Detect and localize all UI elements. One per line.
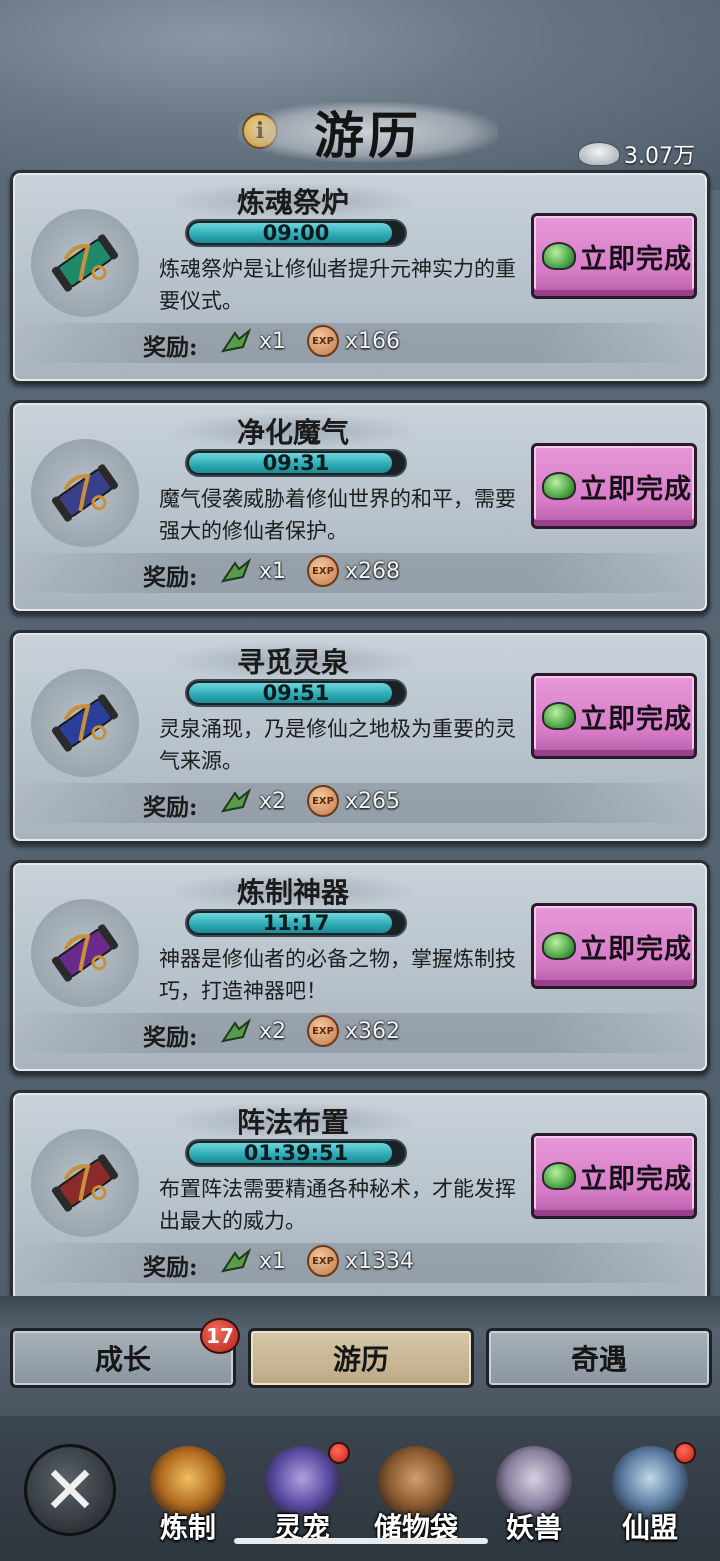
task-timer: 01:39:51 [243, 1141, 349, 1165]
notification-badge: 17 [200, 1318, 240, 1354]
complete-now-label: 立即完成 [580, 703, 692, 735]
tab-growth-label: 成长 [94, 1343, 151, 1376]
tab-encounter[interactable]: 奇遇 [486, 1328, 712, 1388]
jade-gem-icon [542, 702, 576, 730]
nav-pet[interactable]: 灵宠 [252, 1440, 352, 1550]
title-wrap: 游历 [238, 92, 498, 172]
complete-now-button[interactable]: 立即完成 [531, 443, 697, 529]
header: i 游历 3.07万 [0, 0, 720, 190]
tab-travel-label: 游历 [332, 1343, 389, 1376]
complete-now-label: 立即完成 [580, 933, 692, 965]
scroll-icon [31, 439, 139, 547]
reward-label: 奖励: [143, 1254, 198, 1281]
reward-label: 奖励: [143, 564, 198, 591]
home-indicator [234, 1538, 488, 1544]
task-name: 阵法布置 [236, 1106, 349, 1139]
task-description: 魔气侵袭威胁着修仙世界的和平，需要强大的修仙者保护。 [159, 487, 516, 543]
reward-exp-count: x268 [345, 559, 401, 584]
task-timer: 09:00 [262, 221, 330, 245]
reward-item-icon [219, 325, 253, 359]
tab-travel[interactable]: 游历 [248, 1328, 474, 1388]
exp-icon: EXP [307, 1245, 339, 1277]
jade-gem-icon [542, 1162, 576, 1190]
task-card: 净化魔气 09:31 魔气侵袭威胁着修仙世界的和平，需要强大的修仙者保护。 奖励… [10, 400, 710, 614]
reward-item-icon [219, 1015, 253, 1049]
task-timer-bar: 01:39:51 [185, 1139, 407, 1167]
scroll-icon [31, 1129, 139, 1237]
scroll-icon [31, 899, 139, 1007]
task-card: 寻觅灵泉 09:51 灵泉涌现，乃是修仙之地极为重要的灵气来源。 奖励: x2 … [10, 630, 710, 844]
exp-icon: EXP [307, 1015, 339, 1047]
exp-icon: EXP [307, 785, 339, 817]
reward-item-count: x1 [259, 559, 287, 584]
task-timer: 11:17 [262, 911, 330, 935]
complete-now-button[interactable]: 立即完成 [531, 903, 697, 989]
reward-item-count: x1 [259, 329, 287, 354]
task-card: 炼制神器 11:17 神器是修仙者的必备之物，掌握炼制技巧，打造神器吧！ 奖励:… [10, 860, 710, 1074]
complete-now-button[interactable]: 立即完成 [531, 673, 697, 759]
complete-now-button[interactable]: 立即完成 [531, 213, 697, 299]
scroll-icon [31, 209, 139, 317]
reward-exp-count: x362 [345, 1019, 401, 1044]
task-description: 神器是修仙者的必备之物，掌握炼制技巧，打造神器吧！ [159, 947, 516, 1003]
reward-exp-count: x1334 [345, 1249, 415, 1274]
nav-alliance-label: 仙盟 [621, 1511, 678, 1544]
task-card: 阵法布置 01:39:51 布置阵法需要精通各种秘术，才能发挥出最大的威力。 奖… [10, 1090, 710, 1304]
reward-item-icon [219, 1245, 253, 1279]
nav-beast[interactable]: 妖兽 [484, 1440, 584, 1550]
task-card: 炼魂祭炉 09:00 炼魂祭炉是让修仙者提升元神实力的重要仪式。 奖励: x1 … [10, 170, 710, 384]
complete-now-label: 立即完成 [580, 243, 692, 275]
jade-gem-icon [542, 472, 576, 500]
task-timer-bar: 09:51 [185, 679, 407, 707]
nav-storage[interactable]: 储物袋 [366, 1440, 466, 1550]
reward-item-count: x2 [259, 1019, 287, 1044]
reward-exp-count: x265 [345, 789, 401, 814]
complete-now-button[interactable]: 立即完成 [531, 1133, 697, 1219]
jade-gem-icon [542, 932, 576, 960]
task-timer-bar: 09:31 [185, 449, 407, 477]
task-description: 布置阵法需要精通各种秘术，才能发挥出最大的威力。 [159, 1177, 516, 1233]
reward-exp-count: x166 [345, 329, 401, 354]
task-name: 炼魂祭炉 [236, 186, 349, 219]
reward-label: 奖励: [143, 794, 198, 821]
task-name: 炼制神器 [236, 876, 349, 909]
reward-item-icon [219, 785, 253, 819]
task-timer: 09:31 [262, 451, 330, 475]
alliance-notification-dot [674, 1442, 696, 1464]
task-name: 净化魔气 [236, 416, 349, 449]
exp-icon: EXP [307, 325, 339, 357]
reward-item-count: x1 [259, 1249, 287, 1274]
reward-item-count: x2 [259, 789, 287, 814]
task-timer: 09:51 [262, 681, 330, 705]
task-description: 灵泉涌现，乃是修仙之地极为重要的灵气来源。 [159, 717, 516, 773]
task-description: 炼魂祭炉是让修仙者提升元神实力的重要仪式。 [159, 257, 516, 313]
nav-forge[interactable]: 炼制 [138, 1440, 238, 1550]
pet-notification-dot [328, 1442, 350, 1464]
scroll-icon [31, 669, 139, 777]
tab-encounter-label: 奇遇 [570, 1343, 627, 1376]
currency-display: 3.07万 [578, 138, 695, 170]
task-name: 寻觅灵泉 [236, 646, 349, 679]
task-timer-bar: 09:00 [185, 219, 407, 247]
reward-label: 奖励: [143, 334, 198, 361]
close-button[interactable]: ✕ [24, 1444, 116, 1536]
silver-ingot-icon [578, 142, 620, 166]
reward-item-icon [219, 555, 253, 589]
nav-forge-label: 炼制 [159, 1511, 216, 1544]
reward-label: 奖励: [143, 1024, 198, 1051]
currency-value: 3.07万 [624, 144, 695, 169]
page-title: 游历 [314, 106, 422, 165]
complete-now-label: 立即完成 [580, 1163, 692, 1195]
nav-beast-label: 妖兽 [505, 1511, 562, 1544]
exp-icon: EXP [307, 555, 339, 587]
jade-gem-icon [542, 242, 576, 270]
complete-now-label: 立即完成 [580, 473, 692, 505]
task-timer-bar: 11:17 [185, 909, 407, 937]
nav-alliance[interactable]: 仙盟 [600, 1440, 700, 1550]
